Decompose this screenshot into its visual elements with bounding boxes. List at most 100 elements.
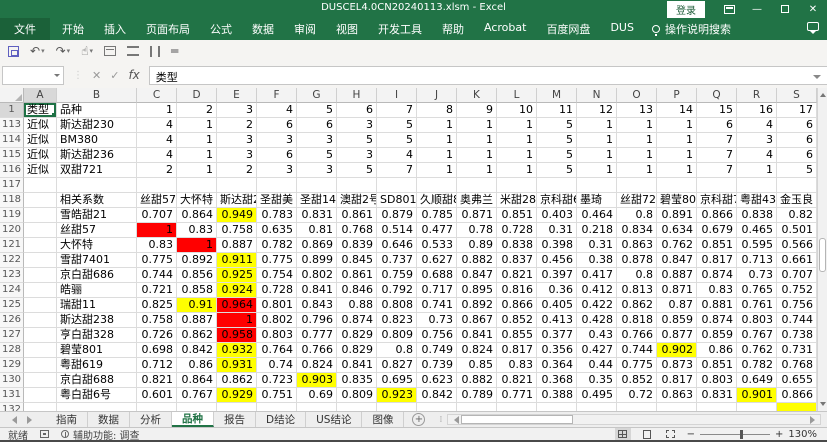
cell-E124[interactable]: 0.924 <box>217 283 257 298</box>
cell-L131[interactable]: 0.771 <box>497 388 537 403</box>
cell-A119[interactable] <box>24 208 57 223</box>
cell-A115[interactable]: 近似 <box>24 148 57 163</box>
row-header-123[interactable]: 123 <box>0 268 24 283</box>
cell-S114[interactable]: 6 <box>777 133 817 148</box>
cell-I113[interactable]: 5 <box>377 118 417 133</box>
cell-K122[interactable]: 0.882 <box>457 253 497 268</box>
cell-M1[interactable]: 11 <box>537 103 577 118</box>
cell-D1[interactable]: 2 <box>177 103 217 118</box>
cell-B114[interactable]: BM380 <box>57 133 137 148</box>
row-header-113[interactable]: 113 <box>0 118 24 133</box>
cell-D114[interactable]: 1 <box>177 133 217 148</box>
cell-I115[interactable]: 4 <box>377 148 417 163</box>
cell-M120[interactable]: 0.31 <box>537 223 577 238</box>
cell-L1[interactable]: 10 <box>497 103 537 118</box>
cancel-icon[interactable]: ✕ <box>92 69 101 82</box>
cell-H120[interactable]: 0.768 <box>337 223 377 238</box>
chevron-down-icon[interactable] <box>54 74 60 80</box>
cell-J117[interactable] <box>417 178 457 193</box>
cell-B113[interactable]: 斯达甜230 <box>57 118 137 133</box>
cell-D124[interactable]: 0.858 <box>177 283 217 298</box>
cell-F121[interactable]: 0.782 <box>257 238 297 253</box>
cell-F120[interactable]: 0.635 <box>257 223 297 238</box>
column-header-Q[interactable]: Q <box>697 88 737 103</box>
cell-B115[interactable]: 斯达甜236 <box>57 148 137 163</box>
scroll-up-button[interactable] <box>818 88 827 101</box>
save-button[interactable] <box>8 46 19 57</box>
cell-D127[interactable]: 0.862 <box>177 328 217 343</box>
cell-K131[interactable]: 0.789 <box>457 388 497 403</box>
cell-F116[interactable]: 3 <box>257 163 297 178</box>
cell-I128[interactable]: 0.8 <box>377 343 417 358</box>
row-header-122[interactable]: 122 <box>0 253 24 268</box>
cell-L114[interactable]: 1 <box>497 133 537 148</box>
cell-D116[interactable]: 1 <box>177 163 217 178</box>
cell-S120[interactable]: 0.501 <box>777 223 817 238</box>
cell-E123[interactable]: 0.925 <box>217 268 257 283</box>
cell-S132[interactable] <box>777 403 817 411</box>
cell-B123[interactable]: 京白甜686 <box>57 268 137 283</box>
cell-C128[interactable]: 0.698 <box>137 343 177 358</box>
cell-A126[interactable] <box>24 313 57 328</box>
cell-L124[interactable]: 0.816 <box>497 283 537 298</box>
sheet-tab-1[interactable]: 数据 <box>88 412 130 427</box>
cell-O114[interactable]: 1 <box>617 133 657 148</box>
cell-M126[interactable]: 0.413 <box>537 313 577 328</box>
cell-K124[interactable]: 0.895 <box>457 283 497 298</box>
cell-A129[interactable] <box>24 358 57 373</box>
enter-icon[interactable]: ✓ <box>110 69 119 82</box>
cell-O118[interactable]: 丝甜72 <box>617 193 657 208</box>
cell-Q127[interactable]: 0.859 <box>697 328 737 343</box>
tab-4[interactable]: 数据 <box>242 18 284 40</box>
cell-O132[interactable] <box>617 403 657 411</box>
cell-H131[interactable]: 0.809 <box>337 388 377 403</box>
cell-B120[interactable]: 丝甜57 <box>57 223 137 238</box>
cell-D128[interactable]: 0.842 <box>177 343 217 358</box>
cell-R129[interactable]: 0.782 <box>737 358 777 373</box>
cell-L118[interactable]: 米甜28 <box>497 193 537 208</box>
cell-A130[interactable] <box>24 373 57 388</box>
cell-J127[interactable]: 0.756 <box>417 328 457 343</box>
cell-N118[interactable]: 墨琦 <box>577 193 617 208</box>
zoom-in-icon[interactable]: + <box>775 429 783 440</box>
cell-E119[interactable]: 0.949 <box>217 208 257 223</box>
cell-E121[interactable]: 0.887 <box>217 238 257 253</box>
cell-M132[interactable] <box>537 403 577 411</box>
cell-H132[interactable] <box>337 403 377 411</box>
cell-G128[interactable]: 0.766 <box>297 343 337 358</box>
cell-Q114[interactable]: 7 <box>697 133 737 148</box>
cell-J122[interactable]: 0.627 <box>417 253 457 268</box>
normal-view-button[interactable] <box>615 428 631 440</box>
cell-N131[interactable]: 0.495 <box>577 388 617 403</box>
column-header-I[interactable]: I <box>377 88 417 103</box>
cell-J120[interactable]: 0.477 <box>417 223 457 238</box>
cell-N119[interactable]: 0.464 <box>577 208 617 223</box>
cell-R120[interactable]: 0.465 <box>737 223 777 238</box>
comments-icon[interactable] <box>807 22 819 31</box>
cell-J1[interactable]: 8 <box>417 103 457 118</box>
zoom-slider-thumb[interactable] <box>740 430 743 439</box>
cell-I126[interactable]: 0.823 <box>377 313 417 328</box>
cell-P115[interactable]: 1 <box>657 148 697 163</box>
cell-J124[interactable]: 0.717 <box>417 283 457 298</box>
cell-Q116[interactable]: 7 <box>697 163 737 178</box>
cell-K115[interactable]: 1 <box>457 148 497 163</box>
cell-H118[interactable]: 澳甜2号 <box>337 193 377 208</box>
cell-B130[interactable]: 京白甜688 <box>57 373 137 388</box>
cell-Q119[interactable]: 0.866 <box>697 208 737 223</box>
cell-L125[interactable]: 0.866 <box>497 298 537 313</box>
cell-M121[interactable]: 0.398 <box>537 238 577 253</box>
cell-N123[interactable]: 0.417 <box>577 268 617 283</box>
cell-R128[interactable]: 0.762 <box>737 343 777 358</box>
tab-0[interactable]: 开始 <box>52 18 94 40</box>
cell-R122[interactable]: 0.713 <box>737 253 777 268</box>
cell-G130[interactable]: 0.903 <box>297 373 337 388</box>
cell-D132[interactable] <box>177 403 217 411</box>
column-header-E[interactable]: E <box>217 88 257 103</box>
cell-A125[interactable] <box>24 298 57 313</box>
qat-customize-button[interactable]: ═ <box>171 44 178 58</box>
cell-J114[interactable]: 1 <box>417 133 457 148</box>
cell-H127[interactable]: 0.829 <box>337 328 377 343</box>
cell-F128[interactable]: 0.764 <box>257 343 297 358</box>
tell-me-search[interactable]: 操作说明搜索 <box>652 21 731 37</box>
